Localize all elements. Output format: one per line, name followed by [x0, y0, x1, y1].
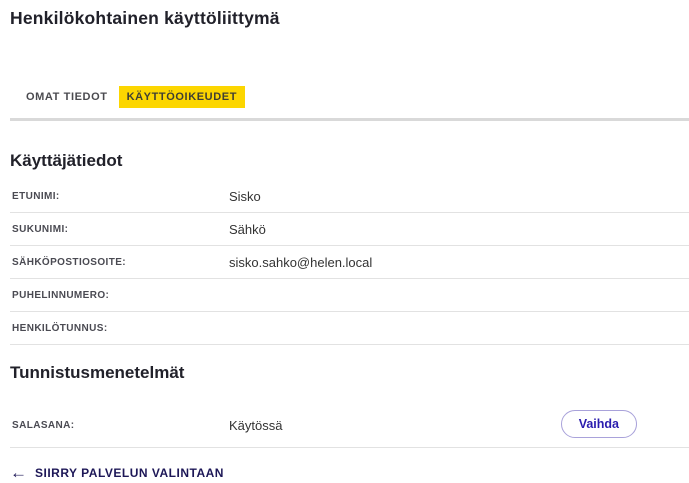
- personal-ui-page: Henkilökohtainen käyttöliittymä OMAT TIE…: [0, 8, 689, 483]
- row-sukunimi: SUKUNIMI: Sähkö: [10, 213, 689, 246]
- sahkopostiosoite-label: SÄHKÖPOSTIOSOITE:: [12, 256, 127, 268]
- page-title: Henkilökohtainen käyttöliittymä: [10, 8, 280, 28]
- user-info-heading: Käyttäjätiedot: [10, 151, 123, 170]
- row-puhelinnumero: PUHELINNUMERO:: [10, 279, 689, 312]
- row-salasana: SALASANA: Käytössä Vaihda: [10, 404, 689, 448]
- left-arrow-icon: ←: [10, 463, 27, 482]
- etunimi-label: ETUNIMI:: [12, 190, 60, 202]
- etunimi-value: Sisko: [229, 188, 261, 204]
- tab-kayttooikeudet[interactable]: KÄYTTÖOIKEUDET: [118, 86, 246, 108]
- tab-divider: [10, 118, 689, 121]
- user-info-list: ETUNIMI: Sisko SUKUNIMI: Sähkö SÄHKÖPOST…: [0, 180, 689, 345]
- salasana-label: SALASANA:: [12, 420, 75, 431]
- puhelinnumero-label: PUHELINNUMERO:: [12, 289, 110, 301]
- sukunimi-label: SUKUNIMI:: [12, 223, 69, 235]
- back-link-label: SIIRRY PALVELUN VALINTAAN: [35, 465, 224, 480]
- tab-omat-tiedot[interactable]: OMAT TIEDOT: [18, 86, 116, 108]
- tab-bar: OMAT TIEDOT KÄYTTÖOIKEUDET: [18, 86, 246, 108]
- sahkopostiosoite-value: sisko.sahko@helen.local: [229, 254, 373, 270]
- row-henkilotunnus: HENKILÖTUNNUS:: [10, 312, 689, 345]
- henkilotunnus-label: HENKILÖTUNNUS:: [12, 322, 108, 334]
- sukunimi-value: Sähkö: [229, 221, 266, 237]
- change-password-button[interactable]: Vaihda: [560, 410, 637, 438]
- row-sahkopostiosoite: SÄHKÖPOSTIOSOITE: sisko.sahko@helen.loca…: [10, 246, 689, 279]
- row-etunimi: ETUNIMI: Sisko: [10, 180, 689, 213]
- salasana-status: Käytössä: [229, 418, 283, 433]
- auth-methods-heading: Tunnistusmenetelmät: [10, 363, 185, 382]
- back-to-service-selection-link[interactable]: ← SIIRRY PALVELUN VALINTAAN: [10, 464, 224, 481]
